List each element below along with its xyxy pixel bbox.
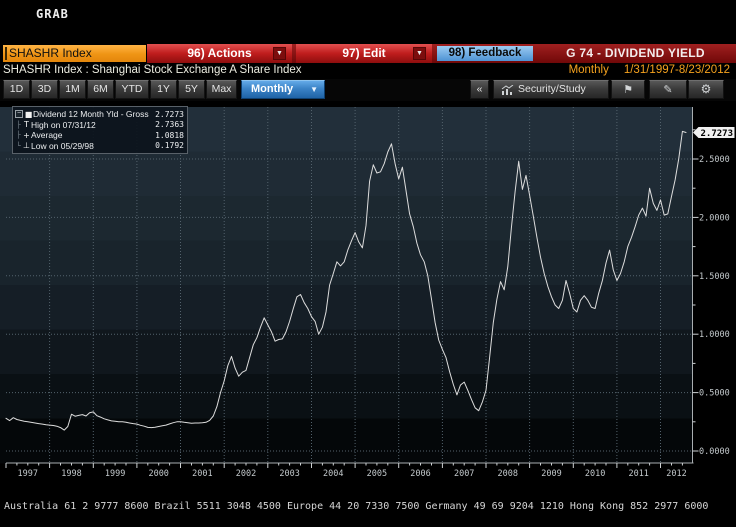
svg-text:2.5000: 2.5000 bbox=[699, 155, 730, 165]
menu-bar: SHASHR Index 96) Actions ▼ 97) Edit ▼ 98… bbox=[0, 44, 736, 63]
average-marker-icon: + bbox=[23, 130, 30, 140]
legend-row-series: − ■ Dividend 12 Month Yld - Gross 2.7273 bbox=[15, 109, 184, 120]
chevron-down-icon[interactable]: ▼ bbox=[413, 47, 426, 60]
actions-menu-button[interactable]: 96) Actions ▼ bbox=[147, 44, 292, 63]
last-value-marker: 2.7273 bbox=[693, 127, 735, 139]
legend-low-value: 0.1792 bbox=[155, 141, 184, 151]
legend-row-high: ├ T High on 07/31/12 2.7363 bbox=[15, 120, 184, 131]
security-ticker-input[interactable]: SHASHR Index bbox=[3, 45, 146, 62]
tab-1m[interactable]: 1M bbox=[59, 80, 86, 99]
y-axis-labels: 0.0000 0.5000 1.0000 1.5000 2.0000 2.5000 bbox=[692, 129, 730, 457]
legend-series-value: 2.7273 bbox=[155, 109, 184, 119]
security-ticker-value: SHASHR Index bbox=[9, 46, 92, 60]
low-marker-icon: ⊥ bbox=[23, 141, 30, 151]
tab-max[interactable]: Max bbox=[206, 80, 237, 99]
chart-background-bands bbox=[0, 107, 693, 464]
legend-average-label: Average bbox=[31, 130, 63, 141]
grab-label: GRAB bbox=[36, 7, 69, 21]
terminal-footer: Australia 61 2 9777 8600 Brazil 5511 304… bbox=[0, 478, 736, 527]
flag-icon[interactable]: ⚑ bbox=[611, 80, 645, 99]
legend-row-average: ├ + Average 1.0818 bbox=[15, 130, 184, 141]
subtitle-bar: SHASHR Index : Shanghai Stock Exchange A… bbox=[0, 63, 736, 79]
legend-row-low: └ ⊥ Low on 05/29/98 0.1792 bbox=[15, 141, 184, 152]
legend-low-label: Low on 05/29/98 bbox=[31, 140, 94, 151]
menu-red-strip: 96) Actions ▼ 97) Edit ▼ 98) Feedback G … bbox=[147, 44, 736, 63]
legend-average-value: 1.0818 bbox=[155, 130, 184, 140]
security-study-label: Security/Study bbox=[518, 83, 586, 95]
annotate-icon[interactable]: ✎ bbox=[649, 80, 687, 99]
svg-text:1.0000: 1.0000 bbox=[699, 330, 730, 340]
svg-text:2.7273: 2.7273 bbox=[701, 129, 734, 139]
text-cursor bbox=[5, 47, 7, 60]
period-dropdown-value: Monthly bbox=[251, 83, 294, 95]
dividend-yield-chart[interactable]: 0.0000 0.5000 1.0000 1.5000 2.0000 2.5000 1997… bbox=[0, 101, 736, 479]
tab-1d[interactable]: 1D bbox=[3, 80, 30, 99]
feedback-button[interactable]: 98) Feedback bbox=[437, 46, 533, 61]
subtitle-right: Monthly 1/31/1997-8/23/2012 bbox=[569, 64, 730, 76]
tree-branch-icon: ├ bbox=[16, 131, 21, 140]
x-axis-labels: 1997 1998 1999 2000 2001 2002 2003 2004 2005 2006… bbox=[5, 463, 687, 479]
period-label: Monthly bbox=[568, 64, 609, 76]
date-range-label: 1/31/1997-8/23/2012 bbox=[623, 64, 730, 76]
edit-menu-label: 97) Edit bbox=[342, 46, 386, 60]
security-study-button[interactable]: Security/Study bbox=[493, 80, 609, 99]
tab-6m[interactable]: 6M bbox=[87, 80, 114, 99]
tree-branch-icon: ├ bbox=[16, 120, 21, 129]
tab-1y[interactable]: 1Y bbox=[150, 80, 177, 99]
legend-series-label: Dividend 12 Month Yld - Gross bbox=[33, 109, 149, 120]
high-marker-icon: T bbox=[24, 120, 29, 130]
collapse-toolbar-button[interactable]: « bbox=[470, 80, 489, 99]
svg-text:1.5000: 1.5000 bbox=[699, 272, 730, 282]
series-marker-icon: ■ bbox=[24, 109, 33, 119]
footer-contact-line1: Australia 61 2 9777 8600 Brazil 5511 304… bbox=[4, 501, 709, 512]
svg-text:0.5000: 0.5000 bbox=[699, 389, 730, 399]
chevron-down-icon[interactable]: ▼ bbox=[273, 47, 286, 60]
legend-high-label: High on 07/31/12 bbox=[31, 119, 96, 130]
chart-toolbar: 1D 3D 1M 6M YTD 1Y 5Y Max Monthly ▼ « Se… bbox=[0, 79, 736, 101]
legend-high-value: 2.7363 bbox=[155, 120, 184, 130]
period-dropdown[interactable]: Monthly ▼ bbox=[241, 80, 325, 99]
tab-5y[interactable]: 5Y bbox=[178, 80, 205, 99]
bloomberg-terminal-window: GRAB SHASHR Index 96) Actions ▼ 97) Edit… bbox=[0, 0, 736, 527]
chart-legend: − ■ Dividend 12 Month Yld - Gross 2.7273… bbox=[12, 106, 188, 154]
actions-menu-label: 96) Actions bbox=[187, 46, 252, 60]
gear-icon[interactable]: ⚙ bbox=[688, 80, 724, 99]
function-title: G 74 - DIVIDEND YIELD bbox=[566, 46, 705, 60]
tree-branch-icon: └ bbox=[16, 141, 21, 150]
edit-menu-button[interactable]: 97) Edit ▼ bbox=[296, 44, 432, 63]
tab-ytd[interactable]: YTD bbox=[115, 80, 149, 99]
chevron-down-icon: ▼ bbox=[310, 85, 318, 94]
legend-collapse-toggle[interactable]: − bbox=[15, 110, 23, 119]
tab-3d[interactable]: 3D bbox=[31, 80, 58, 99]
svg-text:2.0000: 2.0000 bbox=[699, 213, 730, 223]
chart-line-icon bbox=[501, 85, 514, 95]
security-description: SHASHR Index : Shanghai Stock Exchange A… bbox=[3, 64, 302, 76]
svg-text:0.0000: 0.0000 bbox=[699, 447, 730, 457]
